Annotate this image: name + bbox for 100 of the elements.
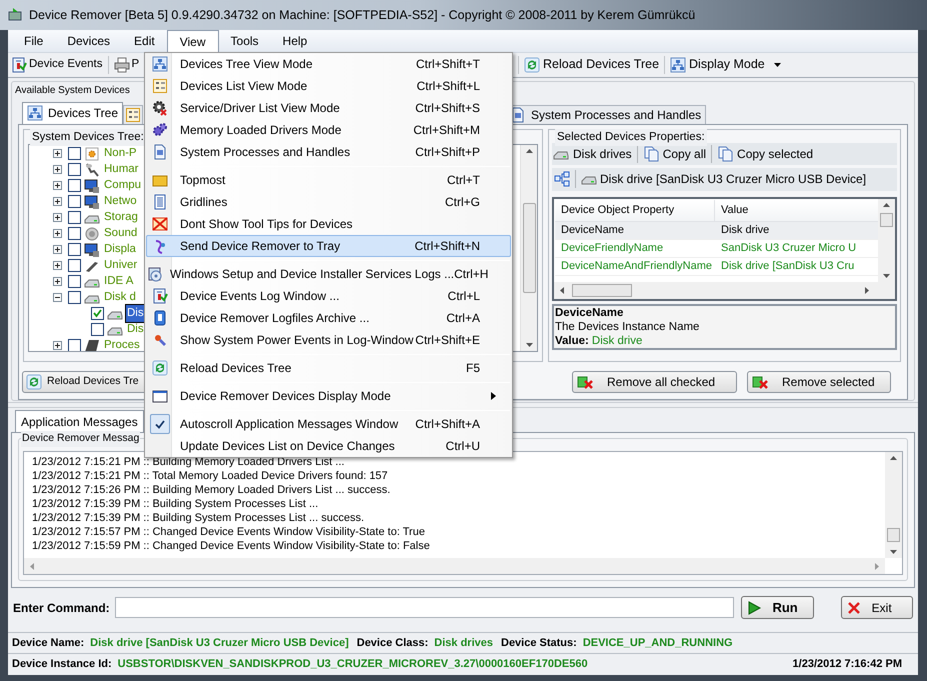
status-value: Disk drives [434, 636, 493, 651]
toolbar-button[interactable]: Copy all [642, 144, 706, 163]
tree-item[interactable]: Compu [103, 177, 142, 194]
status-label: Device Name: [12, 636, 84, 651]
menu-item[interactable]: Show System Power Events in Log-WindowCtrl+Shift+E [146, 329, 511, 351]
expand-icon[interactable] [53, 277, 62, 286]
checkbox[interactable] [68, 227, 81, 240]
button[interactable]: Remove all checked [572, 370, 737, 393]
tree-item[interactable]: Dis [126, 321, 145, 338]
command-field[interactable] [115, 597, 734, 618]
column-header[interactable]: Device Object Property [555, 200, 715, 221]
menu-item[interactable]: Devices [55, 30, 122, 52]
scroll-down-icon[interactable] [890, 550, 897, 554]
tree-item[interactable]: IDE A [103, 273, 134, 290]
expand-icon[interactable] [53, 181, 62, 190]
menu-item[interactable]: Device Events Log Window ... Ctrl+L [146, 285, 511, 307]
tree-item[interactable]: Dis [126, 305, 145, 322]
menu-item[interactable]: Device Remover Devices Display Mode [146, 385, 511, 407]
tab[interactable] [123, 104, 144, 124]
tree-item[interactable]: Univer [103, 257, 138, 274]
menu-item[interactable]: Dont Show Tool Tips for Devices [146, 213, 511, 235]
button[interactable]: Reload Devices Tre [22, 370, 147, 393]
tab[interactable]: Application Messages [15, 410, 144, 432]
tree-item[interactable]: Displa [103, 241, 137, 258]
checkbox[interactable] [68, 179, 81, 192]
table-row[interactable]: DeviceNameAndFriendlyName Disk drive [SanDisk U3 Cru [555, 258, 878, 276]
menu-item[interactable]: View [166, 30, 219, 52]
menu-item[interactable]: Edit [122, 30, 167, 52]
menu-item[interactable]: System Processes and Handles Ctrl+Shift+P [146, 141, 511, 163]
tree-item[interactable]: Proces [103, 337, 141, 351]
scrollbar[interactable] [885, 452, 902, 558]
tree-item[interactable]: Sound [103, 225, 138, 242]
menu-item[interactable]: Devices List View Mode Ctrl+Shift+L [146, 75, 511, 97]
collapse-icon[interactable] [53, 293, 62, 302]
scroll-up-icon[interactable] [526, 148, 532, 153]
checkbox[interactable] [91, 307, 104, 320]
scrollbar[interactable] [554, 282, 895, 299]
menu-item[interactable]: Device Remover Logfiles Archive ... Ctrl+A [146, 307, 511, 329]
table-row[interactable]: DeviceName Disk drive [555, 222, 878, 240]
checkbox[interactable] [68, 163, 81, 176]
menu-item[interactable]: Gridlines Ctrl+G [146, 191, 511, 213]
tree-item[interactable]: Storag [103, 209, 139, 226]
menu-item[interactable]: Reload Devices Tree F5 [146, 357, 511, 379]
toolbar-button[interactable]: P [114, 56, 140, 74]
button[interactable]: Remove selected [747, 370, 891, 393]
checkbox[interactable] [68, 195, 81, 208]
toolbar-button[interactable]: Disk drives [553, 144, 632, 163]
scrollbar-thumb[interactable] [572, 284, 632, 297]
toolbar-button[interactable]: Copy selected [717, 144, 814, 163]
tree-icon[interactable] [554, 171, 570, 188]
scroll-up-icon[interactable] [890, 456, 897, 460]
toolbar-button[interactable]: Device Events [11, 56, 103, 74]
menu-item[interactable]: Help [270, 30, 320, 52]
menu-item[interactable]: File [12, 30, 56, 52]
checkbox[interactable] [68, 339, 81, 351]
expand-icon[interactable] [53, 229, 62, 238]
scrollbar-thumb[interactable] [887, 528, 900, 542]
checkbox[interactable] [68, 243, 81, 256]
menu-item[interactable]: Topmost Ctrl+T [146, 169, 511, 191]
run-button[interactable]: Run [741, 596, 814, 620]
expand-icon[interactable] [53, 341, 62, 350]
expand-icon[interactable] [53, 165, 62, 174]
scroll-left-icon[interactable] [560, 286, 564, 294]
scroll-down-icon[interactable] [883, 274, 890, 278]
scrollbar[interactable] [878, 198, 895, 282]
menu-item[interactable]: Windows Setup and Device Installer Services Logs ...Ctrl+H [146, 263, 511, 285]
expand-icon[interactable] [53, 149, 62, 158]
checkbox[interactable] [68, 275, 81, 288]
log-line: 1/23/2012 7:15:59 PM :: Changed Device Events Window Visibility-State to: False [32, 539, 431, 554]
menu-item[interactable]: Devices Tree View Mode Ctrl+Shift+T [146, 53, 511, 75]
checkbox[interactable] [68, 147, 81, 160]
menu-item[interactable]: Autoscroll Application Messages Window Ctrl+Shift+A [146, 413, 511, 435]
tree-icon [27, 105, 43, 122]
table-row[interactable]: DeviceFriendlyName SanDisk U3 Cruzer Micro U [555, 240, 878, 258]
checkbox[interactable] [91, 323, 104, 336]
checkbox[interactable] [68, 291, 81, 304]
checkbox[interactable] [68, 259, 81, 272]
scroll-down-icon[interactable] [526, 342, 532, 347]
toolbar-button[interactable]: Display Mode [670, 55, 781, 74]
expand-icon[interactable] [53, 245, 62, 254]
tree-item[interactable]: Humar [103, 161, 140, 178]
scrollbar-thumb[interactable] [880, 213, 893, 228]
menu-item[interactable]: Send Device Remover to Tray Ctrl+Shift+N [146, 235, 511, 257]
expand-icon[interactable] [53, 213, 62, 222]
menu-item[interactable]: Tools [218, 30, 271, 52]
tab[interactable]: Devices Tree [22, 102, 124, 124]
scroll-up-icon[interactable] [883, 202, 890, 207]
scrollbar-thumb[interactable] [522, 202, 536, 293]
expand-icon[interactable] [53, 197, 62, 206]
tree-item[interactable]: Non-P [103, 145, 138, 162]
expand-icon[interactable] [53, 261, 62, 270]
column-header[interactable]: Value [715, 200, 878, 221]
toolbar-button[interactable]: Reload Devices Tree [524, 55, 660, 74]
tree-item[interactable]: Disk d [103, 289, 137, 306]
checkbox[interactable] [68, 211, 81, 224]
tree-item[interactable]: Netwo [103, 193, 138, 210]
scrollbar[interactable] [520, 144, 537, 351]
exit-button[interactable]: Exit [840, 596, 913, 620]
menu-item[interactable]: Update Devices List on Device Changes Ctrl+U [146, 435, 511, 457]
scroll-right-icon[interactable] [865, 286, 869, 294]
